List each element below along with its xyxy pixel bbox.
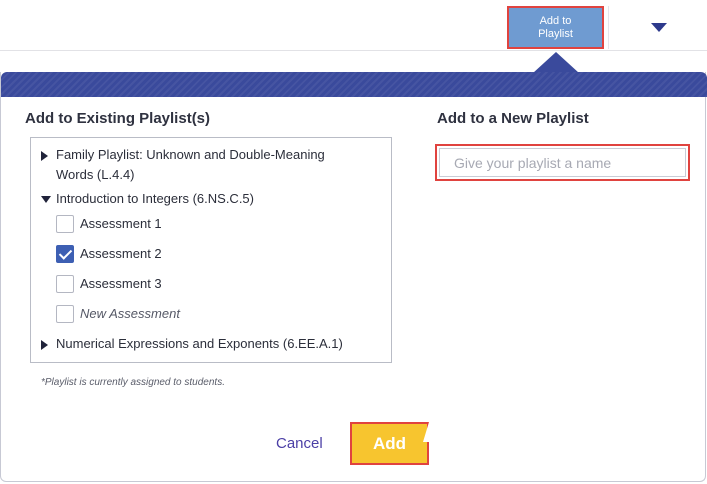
new-assessment-checkbox[interactable]	[56, 305, 74, 323]
tree-item-intro-integers[interactable]: Introduction to Integers (6.NS.C.5)	[56, 189, 254, 209]
new-playlist-title: Add to a New Playlist	[437, 110, 589, 127]
caret-down-icon	[650, 23, 667, 32]
popover-header-bar	[1, 72, 707, 97]
tree-item-family-playlist[interactable]: Family Playlist: Unknown and Double-Mean…	[56, 145, 376, 185]
assessment-3-label: Assessment 3	[80, 276, 162, 291]
new-playlist-name-input[interactable]	[439, 148, 686, 177]
assessment-1-checkbox[interactable]	[56, 215, 74, 233]
existing-playlists-title: Add to Existing Playlist(s)	[25, 110, 211, 127]
cancel-button[interactable]: Cancel	[276, 435, 323, 452]
tree-item-numerical-expressions[interactable]: Numerical Expressions and Exponents (6.E…	[56, 334, 343, 354]
expand-arrow-icon[interactable]	[41, 151, 48, 161]
assessment-1-label: Assessment 1	[80, 216, 162, 231]
assessment-3-checkbox[interactable]	[56, 275, 74, 293]
expand-arrow-icon[interactable]	[41, 340, 48, 350]
tree-item-label: Introduction to Integers (6.NS.C.5)	[56, 191, 254, 206]
tree-item-label: Numerical Expressions and Exponents (6.E…	[56, 336, 343, 351]
button-corner-notch	[423, 422, 429, 442]
add-to-playlist-button[interactable]: Add to Playlist	[507, 6, 604, 49]
add-button-label: Add	[372, 433, 407, 453]
popover-arrow	[533, 52, 579, 73]
new-assessment-label: New Assessment	[80, 306, 180, 321]
tree-item-label-cont: Words (L.4.4)	[56, 167, 135, 182]
top-toolbar: Add to Playlist	[0, 0, 707, 51]
assigned-playlist-note: *Playlist is currently assigned to stude…	[41, 377, 225, 388]
playlist-tree: Family Playlist: Unknown and Double-Mean…	[30, 137, 392, 363]
more-options-dropdown[interactable]	[608, 6, 707, 49]
add-button[interactable]: Add	[350, 422, 429, 465]
tree-item-label: Family Playlist: Unknown and Double-Mean…	[56, 147, 325, 162]
add-to-playlist-label: Add to Playlist	[538, 14, 573, 40]
assessment-2-label: Assessment 2	[80, 246, 162, 261]
page: Add to Playlist Add to Existing Playlist…	[0, 0, 707, 484]
collapse-arrow-icon[interactable]	[41, 196, 51, 203]
new-playlist-input-wrapper	[435, 144, 690, 181]
assessment-2-checkbox[interactable]	[56, 245, 74, 263]
